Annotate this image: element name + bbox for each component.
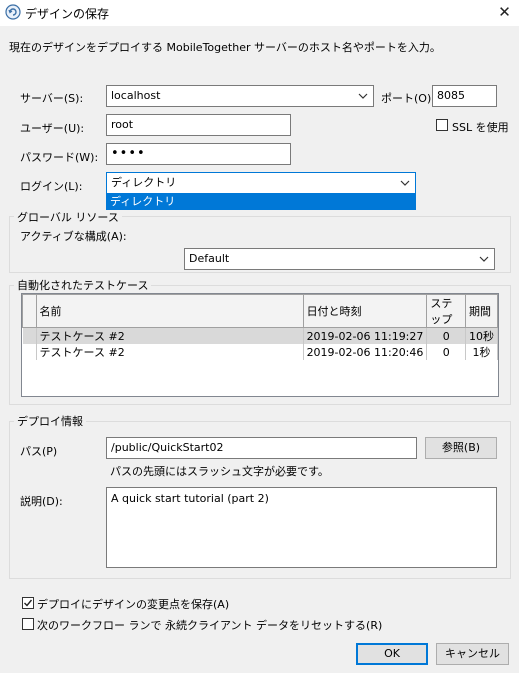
description-value: A quick start tutorial (part 2) — [111, 492, 269, 505]
port-input[interactable]: 8085 — [432, 85, 497, 107]
active-config-combobox[interactable]: Default — [184, 248, 495, 270]
chevron-down-icon[interactable] — [478, 249, 490, 269]
cell-name: テストケース #2 — [36, 344, 304, 360]
cancel-button[interactable]: キャンセル — [436, 643, 509, 665]
ok-button[interactable]: OK — [356, 643, 428, 665]
global-resources-caption: グローバル リソース — [14, 209, 122, 225]
user-label: ユーザー(U): — [20, 122, 85, 135]
password-label: パスワード(W): — [20, 151, 99, 164]
ssl-label: SSL を使用 — [452, 121, 509, 134]
deploy-info-caption: デプロイ情報 — [14, 413, 86, 429]
server-combobox[interactable]: localhost — [106, 85, 374, 107]
test-cases-caption: 自動化されたテストケース — [14, 277, 152, 293]
table-header: 名前 日付と時刻 ステップ 期間 — [22, 294, 498, 328]
login-combobox[interactable]: ディレクトリ — [106, 172, 416, 194]
column-header-blank — [22, 294, 37, 328]
active-config-label: アクティブな構成(A): — [20, 230, 127, 243]
path-input[interactable]: /public/QuickStart02 — [106, 437, 417, 459]
column-header-datetime[interactable]: 日付と時刻 — [302, 294, 428, 328]
cell-duration: 1秒 — [465, 344, 498, 360]
save-changes-checkbox[interactable] — [22, 597, 34, 609]
column-header-duration[interactable]: 期間 — [465, 294, 498, 328]
reset-data-checkbox[interactable] — [22, 618, 34, 630]
cell-datetime: 2019-02-06 11:19:27 — [303, 327, 428, 344]
login-option[interactable]: ディレクトリ — [107, 194, 415, 209]
cell-steps: 0 — [426, 344, 466, 360]
row-marker — [22, 327, 37, 344]
login-label: ログイン(L): — [20, 180, 83, 193]
window-title: デザインの保存 — [25, 7, 110, 21]
port-label: ポート(O): — [381, 92, 435, 105]
ssl-checkbox[interactable] — [436, 119, 448, 131]
table-row[interactable]: テストケース #2 2019-02-06 11:19:27 0 10秒 — [22, 327, 498, 344]
server-value: localhost — [111, 89, 161, 102]
cell-datetime: 2019-02-06 11:20:46 — [303, 344, 428, 360]
path-hint: パスの先頭にはスラッシュ文字が必要です。 — [110, 465, 329, 478]
save-changes-label: デプロイにデザインの変更点を保存(A) — [37, 598, 230, 611]
intro-text: 現在のデザインをデプロイする MobileTogether サーバーのホスト名や… — [9, 41, 441, 54]
description-label: 説明(D): — [20, 495, 63, 508]
server-label: サーバー(S): — [20, 92, 84, 105]
reset-data-label: 次のワークフロー ランで 永続クライアント データをリセットする(R) — [37, 619, 383, 632]
column-header-steps[interactable]: ステップ — [426, 294, 466, 328]
cell-steps: 0 — [426, 327, 466, 344]
login-value: ディレクトリ — [111, 176, 177, 189]
app-icon — [5, 4, 21, 20]
close-icon[interactable]: ✕ — [490, 0, 519, 24]
login-dropdown-list[interactable]: ディレクトリ — [106, 193, 416, 210]
browse-button[interactable]: 参照(B) — [425, 437, 497, 459]
description-textarea[interactable]: A quick start tutorial (part 2) — [106, 487, 497, 568]
cell-duration: 10秒 — [465, 327, 498, 344]
chevron-down-icon[interactable] — [399, 173, 411, 193]
row-marker — [22, 344, 37, 360]
test-cases-table[interactable]: 名前 日付と時刻 ステップ 期間 テストケース #2 2019-02-06 11… — [21, 293, 499, 397]
checkmark-icon — [24, 599, 33, 607]
active-config-value: Default — [189, 252, 230, 265]
table-row[interactable]: テストケース #2 2019-02-06 11:20:46 0 1秒 — [22, 344, 498, 360]
column-header-name[interactable]: 名前 — [35, 294, 304, 328]
chevron-down-icon[interactable] — [357, 86, 369, 106]
password-input[interactable]: •••• — [106, 143, 291, 165]
path-label: パス(P) — [20, 445, 58, 458]
cell-name: テストケース #2 — [36, 327, 304, 344]
user-input[interactable]: root — [106, 114, 291, 136]
